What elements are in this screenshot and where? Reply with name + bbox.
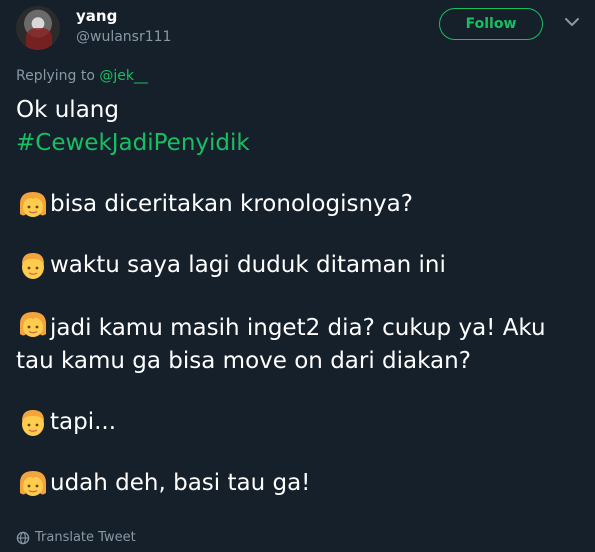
tweet-line: Ok ulang	[16, 97, 119, 123]
woman-emoji-icon	[16, 469, 50, 499]
dialogue-line: bisa diceritakan kronologisnya?	[16, 188, 586, 221]
mention-link[interactable]: @jek__	[99, 68, 148, 84]
dialogue-text: waktu saya lagi duduk ditaman ini	[50, 252, 446, 278]
globe-icon	[16, 531, 30, 544]
dialogue-line: tapi...	[16, 406, 586, 439]
boy-emoji-icon	[16, 408, 50, 438]
dialogue-text: udah deh, basi tau ga!	[50, 470, 311, 496]
chevron-down-icon[interactable]	[562, 12, 582, 32]
user-avatar[interactable]	[16, 6, 60, 50]
dialogue-line: jadi kamu masih inget2 dia? cukup ya! Ak…	[16, 310, 586, 378]
dialogue-line: waktu saya lagi duduk ditaman ini	[16, 249, 586, 282]
replying-to-label: Replying to	[16, 68, 95, 84]
translate-tweet-link[interactable]: Translate Tweet	[16, 530, 136, 545]
dialogue-text: bisa diceritakan kronologisnya?	[50, 191, 413, 217]
woman-emoji-icon	[16, 310, 50, 340]
woman-emoji-icon	[16, 190, 50, 220]
tweet-body: Ok ulang #CewekJadiPenyidik bisa dicerit…	[16, 94, 586, 500]
translate-label: Translate Tweet	[35, 530, 136, 545]
hashtag-link[interactable]: #CewekJadiPenyidik	[16, 127, 586, 160]
boy-emoji-icon	[16, 251, 50, 281]
dialogue-text: tapi...	[50, 409, 117, 435]
follow-button[interactable]: Follow	[439, 8, 543, 40]
dialogue-text: jadi kamu masih inget2 dia? cukup ya! Ak…	[16, 315, 546, 374]
author-name[interactable]: yang	[76, 7, 117, 25]
dialogue-line: udah deh, basi tau ga!	[16, 467, 586, 500]
author-handle[interactable]: @wulansr111	[76, 29, 171, 45]
replying-to: Replying to @jek__	[16, 68, 148, 84]
